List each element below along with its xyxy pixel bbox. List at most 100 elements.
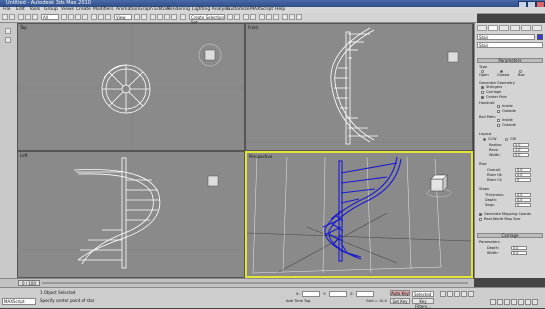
- align-icon[interactable]: [234, 14, 240, 20]
- rail-path-outside-checkbox[interactable]: [497, 124, 500, 127]
- motion-tab-icon[interactable]: [510, 25, 520, 31]
- layout-tab-icon[interactable]: [5, 28, 11, 34]
- rendered-frame-window-icon[interactable]: [289, 14, 295, 20]
- select-manipulate-icon[interactable]: [141, 14, 147, 20]
- zoom-all-icon[interactable]: [497, 299, 503, 305]
- select-move-icon[interactable]: [91, 14, 97, 20]
- modify-tab-icon[interactable]: [488, 25, 498, 31]
- object-name-field[interactable]: Stair: [477, 34, 535, 40]
- select-rotate-icon[interactable]: [98, 14, 104, 20]
- viewport-left[interactable]: Left: [17, 151, 245, 278]
- center-pole-checkbox[interactable]: [481, 96, 484, 99]
- percent-snap-icon[interactable]: [164, 14, 170, 20]
- carriage-rollout-header[interactable]: Carriage: [477, 233, 543, 238]
- viewport-perspective[interactable]: Perspective: [245, 151, 473, 278]
- object-color-swatch[interactable]: [537, 34, 543, 40]
- viewcube-icon[interactable]: [198, 43, 222, 67]
- generate-mapping-checkbox[interactable]: [479, 213, 482, 216]
- revs-spinner[interactable]: 1.0: [513, 148, 529, 152]
- bind-space-warp-icon[interactable]: [32, 14, 38, 20]
- curve-editor-icon[interactable]: [259, 14, 265, 20]
- select-link-icon[interactable]: [18, 14, 24, 20]
- viewport-label-perspective[interactable]: Perspective: [249, 154, 272, 159]
- viewport-front[interactable]: Front: [245, 23, 473, 151]
- viewport-label-front[interactable]: Front: [248, 25, 258, 30]
- redo-icon[interactable]: [9, 14, 15, 20]
- set-key-button[interactable]: Set Key: [390, 298, 410, 304]
- viewport-label-top[interactable]: Top: [20, 25, 27, 30]
- select-by-name-icon[interactable]: [68, 14, 74, 20]
- track-bar[interactable]: [42, 282, 468, 284]
- width-spinner[interactable]: 0.0: [513, 153, 529, 157]
- utilities-tab-icon[interactable]: [532, 25, 542, 31]
- edit-named-selection-icon[interactable]: [180, 14, 186, 20]
- go-to-start-icon[interactable]: [440, 291, 446, 297]
- go-to-end-icon[interactable]: [468, 291, 474, 297]
- radius-spinner[interactable]: 0.0: [513, 143, 529, 147]
- render-setup-icon[interactable]: [282, 14, 288, 20]
- selection-filter-dropdown[interactable]: All: [41, 14, 59, 20]
- zoom-extents-icon[interactable]: [504, 299, 510, 305]
- viewcube-icon[interactable]: [447, 51, 459, 63]
- field-of-view-icon[interactable]: [511, 299, 517, 305]
- display-tab-icon[interactable]: [521, 25, 531, 31]
- layout-cw-radio[interactable]: [505, 138, 508, 141]
- riser-ct-spinner[interactable]: 0: [515, 178, 531, 182]
- select-scale-icon[interactable]: [105, 14, 111, 20]
- z-coord-field[interactable]: [356, 291, 374, 297]
- material-editor-icon[interactable]: [273, 14, 279, 20]
- reference-coordinate-dropdown[interactable]: View: [114, 14, 132, 20]
- play-icon[interactable]: [454, 291, 460, 297]
- carriage-width-spinner[interactable]: 0.0: [511, 251, 527, 255]
- thickness-spinner[interactable]: 0.0: [515, 193, 531, 197]
- viewport-top[interactable]: Top: [17, 23, 245, 151]
- maxscript-listener[interactable]: MAXScript: [2, 298, 36, 305]
- window-crossing-icon[interactable]: [82, 14, 88, 20]
- layout-ccw-radio[interactable]: [483, 138, 486, 141]
- stringers-checkbox[interactable]: [481, 86, 484, 89]
- rail-path-inside-checkbox[interactable]: [497, 119, 500, 122]
- carriage-depth-spinner[interactable]: 0.0: [511, 246, 527, 250]
- layout-tab-icon[interactable]: [5, 37, 11, 43]
- graphite-ribbon-icon[interactable]: [250, 14, 256, 20]
- angle-snap-icon[interactable]: [157, 14, 163, 20]
- carriage-checkbox[interactable]: [481, 91, 484, 94]
- rectangle-selection-icon[interactable]: [75, 14, 81, 20]
- next-frame-icon[interactable]: [461, 291, 467, 297]
- y-coord-field[interactable]: [329, 291, 347, 297]
- x-coord-field[interactable]: [302, 291, 320, 297]
- auto-key-button[interactable]: Auto Key: [390, 290, 410, 296]
- undo-icon[interactable]: [2, 14, 8, 20]
- orbit-icon[interactable]: [525, 299, 531, 305]
- handrail-outside-checkbox[interactable]: [497, 110, 500, 113]
- segs-spinner[interactable]: 0: [515, 203, 531, 207]
- mirror-icon[interactable]: [227, 14, 233, 20]
- layer-manager-icon[interactable]: [243, 14, 249, 20]
- schematic-view-icon[interactable]: [266, 14, 272, 20]
- hierarchy-tab-icon[interactable]: [499, 25, 509, 31]
- select-object-icon[interactable]: [61, 14, 67, 20]
- modifier-stack[interactable]: Stair: [477, 42, 543, 48]
- time-slider[interactable]: 0 / 100: [18, 280, 40, 286]
- rise-overall-spinner[interactable]: 0.0: [515, 168, 531, 172]
- viewcube-icon[interactable]: [426, 174, 452, 198]
- parameters-rollout-header[interactable]: Parameters: [477, 58, 543, 63]
- spinner-snap-icon[interactable]: [171, 14, 177, 20]
- snap-toggle-icon[interactable]: [150, 14, 156, 20]
- depth-spinner[interactable]: 0.0: [515, 198, 531, 202]
- render-production-icon[interactable]: [296, 14, 302, 20]
- riser-ht-spinner[interactable]: 0.0: [515, 173, 531, 177]
- previous-frame-icon[interactable]: [447, 291, 453, 297]
- pivot-center-icon[interactable]: [134, 14, 140, 20]
- handrail-inside-checkbox[interactable]: [497, 105, 500, 108]
- viewport-label-left[interactable]: Left: [20, 153, 28, 158]
- add-time-tag[interactable]: Add Time Tag: [286, 299, 310, 303]
- pan-icon[interactable]: [518, 299, 524, 305]
- key-filters-button[interactable]: Key Filters...: [412, 298, 434, 309]
- create-tab-icon[interactable]: [477, 25, 487, 31]
- key-mode-dropdown[interactable]: Selected: [412, 291, 434, 297]
- named-selection-dropdown[interactable]: Create Selection Set: [189, 14, 225, 25]
- unlink-icon[interactable]: [25, 14, 31, 20]
- viewcube-icon[interactable]: [207, 175, 219, 187]
- zoom-icon[interactable]: [490, 299, 496, 305]
